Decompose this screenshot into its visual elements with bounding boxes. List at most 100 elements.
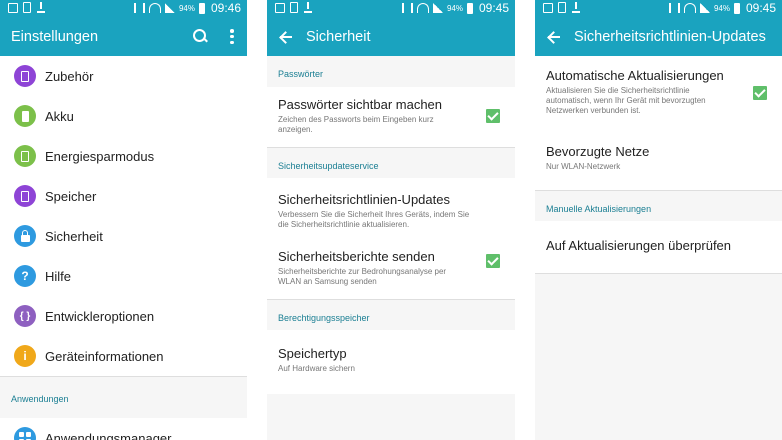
power-saving-icon [14, 145, 36, 167]
settings-item-sicherheit[interactable]: Sicherheit [0, 216, 247, 256]
help-icon: ? [14, 265, 36, 287]
battery-status-icon [466, 2, 473, 14]
back-arrow-icon[interactable] [547, 30, 561, 44]
more-options-icon[interactable] [230, 29, 234, 44]
clock: 09:45 [478, 1, 509, 15]
check-for-updates-item[interactable]: Auf Aktualisierungen überprüfen [535, 221, 782, 274]
storage-icon [14, 185, 36, 207]
download-icon [303, 2, 313, 13]
document-icon [23, 2, 31, 13]
settings-item-speicher[interactable]: Speicher [0, 176, 247, 216]
security-policy-updates-screen: 94% 09:45 Sicherheitsrichtlinien-Updates… [535, 0, 782, 440]
section-header: Manuelle Aktualisierungen [535, 190, 782, 221]
battery-icon [14, 105, 36, 127]
pref-title: Auf Aktualisierungen überprüfen [546, 238, 732, 253]
battery-percent: 94% [446, 3, 463, 13]
vibrate-icon [668, 3, 680, 13]
pref-title: Bevorzugte Netze [546, 144, 650, 159]
download-icon [571, 2, 581, 13]
clock: 09:45 [745, 1, 776, 15]
pref-security-policy-updates[interactable]: Sicherheitsrichtlinien-Updates Verbesser… [267, 178, 515, 235]
settings-item-label: Speicher [45, 188, 97, 204]
pref-summary: Aktualisieren Sie die Sicherheitsrichtli… [546, 86, 706, 115]
checkbox-checked[interactable] [486, 254, 500, 268]
search-icon[interactable] [193, 29, 207, 43]
document-icon [290, 2, 298, 13]
vibrate-icon [401, 3, 413, 13]
pref-title: Automatische Aktualisierungen [546, 68, 724, 83]
section-header: Passwörter [267, 56, 515, 87]
pref-summary: Auf Hardware sichern [278, 364, 355, 373]
security-screen: 94% 09:45 Sicherheit Passwörter Passwört… [267, 0, 515, 440]
pref-preferred-networks[interactable]: Bevorzugte Netze Nur WLAN-Netzwerk [535, 128, 782, 190]
signal-icon [432, 3, 443, 13]
settings-list: Zubehör Akku Energiesparmodus Speicher S… [0, 56, 247, 376]
settings-screen: 94% 09:46 Einstellungen Zubehör Akku Ene… [0, 0, 247, 440]
pref-auto-updates[interactable]: Automatische Aktualisierungen Aktualisie… [535, 56, 782, 128]
pref-summary: Nur WLAN-Netzwerk [546, 162, 621, 171]
checkbox-checked[interactable] [486, 109, 500, 123]
page-title: Sicherheitsrichtlinien-Updates [574, 28, 766, 45]
pref-show-passwords[interactable]: Passwörter sichtbar machen Zeichen des P… [267, 87, 515, 147]
pref-title: Speichertyp [278, 346, 347, 361]
signal-icon [699, 3, 710, 13]
wifi-icon [416, 3, 429, 13]
settings-item-energiesparmodus[interactable]: Energiesparmodus [0, 136, 247, 176]
settings-item-label: Zubehör [45, 68, 94, 84]
wifi-icon [148, 3, 161, 13]
section-header: Berechtigungsspeicher [267, 299, 515, 330]
settings-item-label: Entwickleroptionen [45, 308, 155, 324]
app-bar: Einstellungen [0, 17, 247, 56]
page-title: Sicherheit [306, 28, 371, 45]
battery-percent: 94% [713, 3, 730, 13]
developer-icon: { } [14, 305, 36, 327]
settings-item-label: Sicherheit [45, 228, 103, 244]
document-icon [558, 2, 566, 13]
page-title: Einstellungen [11, 28, 99, 45]
pref-summary: Verbessern Sie die Sicherheit Ihres Gerä… [278, 210, 470, 229]
settings-item-entwickleroptionen[interactable]: { } Entwickleroptionen [0, 296, 247, 336]
settings-item-label: Akku [45, 108, 74, 124]
battery-status-icon [198, 2, 205, 14]
info-icon: i [14, 345, 36, 367]
battery-status-icon [733, 2, 740, 14]
clock: 09:46 [210, 1, 241, 15]
pref-title: Sicherheitsrichtlinien-Updates [278, 192, 450, 207]
section-header: Sicherheitsupdateservice [267, 147, 515, 178]
battery-percent: 94% [178, 3, 195, 13]
wifi-icon [683, 3, 696, 13]
pref-title: Sicherheitsberichte senden [278, 249, 435, 264]
pref-summary: Zeichen des Passworts beim Eingeben kurz… [278, 115, 434, 134]
status-bar: 94% 09:45 [267, 0, 515, 17]
settings-item-geraeteinformationen[interactable]: i Geräteinformationen [0, 336, 247, 376]
settings-item-hilfe[interactable]: ? Hilfe [0, 256, 247, 296]
gallery-icon [543, 2, 553, 13]
settings-item-anwendungsmanager[interactable]: Anwendungsmanager [0, 418, 247, 440]
status-bar: 94% 09:46 [0, 0, 247, 17]
pref-title: Passwörter sichtbar machen [278, 97, 443, 112]
status-bar: 94% 09:45 [535, 0, 782, 17]
settings-item-label: Energiesparmodus [45, 148, 155, 164]
back-arrow-icon[interactable] [279, 30, 293, 44]
settings-item-zubehoer[interactable]: Zubehör [0, 56, 247, 96]
apps-icon [14, 427, 36, 440]
checkbox-checked[interactable] [753, 86, 767, 100]
app-bar: Sicherheitsrichtlinien-Updates [535, 17, 782, 56]
gallery-icon [8, 2, 18, 13]
section-header: Anwendungen [0, 376, 247, 418]
pref-storage-type[interactable]: Speichertyp Auf Hardware sichern [267, 330, 515, 394]
vibrate-icon [133, 3, 145, 13]
lock-icon [14, 225, 36, 247]
settings-item-label: Hilfe [45, 268, 72, 284]
signal-icon [164, 3, 175, 13]
settings-item-label: Anwendungsmanager [45, 430, 172, 440]
pref-summary: Sicherheitsberichte zur Bedrohungsanalys… [278, 267, 447, 286]
gallery-icon [275, 2, 285, 13]
settings-item-akku[interactable]: Akku [0, 96, 247, 136]
settings-item-label: Geräteinformationen [45, 348, 164, 364]
app-bar: Sicherheit [267, 17, 515, 56]
accessory-icon [14, 65, 36, 87]
download-icon [36, 2, 46, 13]
pref-send-security-reports[interactable]: Sicherheitsberichte senden Sicherheitsbe… [267, 235, 515, 299]
apps-list: Anwendungsmanager [0, 418, 247, 440]
